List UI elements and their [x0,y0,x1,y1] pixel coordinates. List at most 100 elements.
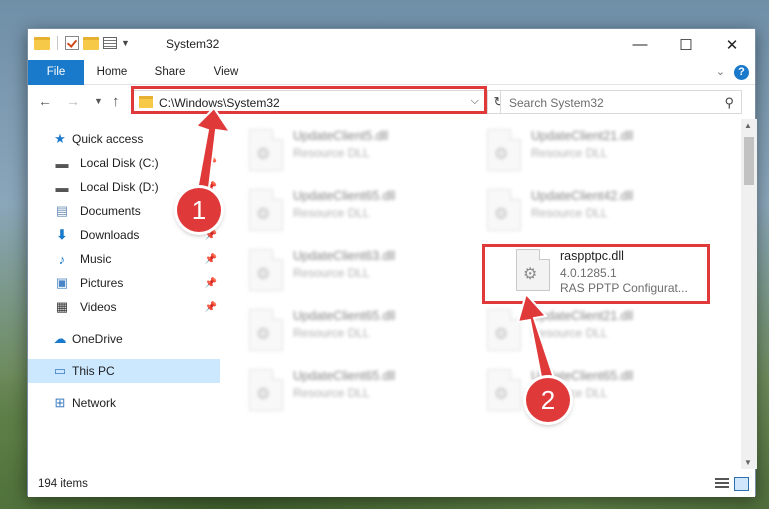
star-icon: ★ [54,131,66,146]
vertical-scrollbar[interactable]: ▲ ▼ [741,119,757,469]
list-item[interactable]: ⚙ UpdateClient65.dll Resource DLL [243,303,473,357]
tab-share[interactable]: Share [144,60,196,85]
large-icons-view-icon[interactable] [734,477,749,491]
list-item-raspptpc[interactable]: ⚙ raspptpc.dll 4.0.1285.1 RAS PPTP Confi… [510,243,740,297]
pin-icon[interactable]: 📌 [205,254,217,265]
search-icon[interactable]: ⚲ [724,95,734,111]
sidebar-item-onedrive[interactable]: ☁ OneDrive [28,327,220,351]
pin-icon[interactable]: 📌 [205,278,217,289]
scroll-down-icon[interactable]: ▼ [744,458,752,467]
dll-file-icon: ⚙ [487,189,521,231]
list-item[interactable]: ⚙ UpdateClient65.dll Resource DLL [243,183,473,237]
file-name: raspptpc.dll [560,249,624,263]
sidebar-item-network[interactable]: ⊞ Network [28,391,220,415]
tab-view[interactable]: View [202,60,250,85]
file-description: Resource DLL [293,386,370,400]
picture-icon: ▣ [55,275,69,290]
properties-check-icon[interactable] [65,36,79,50]
title-bar: ▼ System32 — ☐ ✕ [28,29,755,60]
step-1-callout: 1 [177,188,221,232]
file-name: UpdateClient65.dll [293,189,396,203]
file-description: Resource DLL [293,206,370,220]
list-item[interactable]: ⚙ UpdateClient65.dll Resource DLL [243,363,473,417]
pin-icon[interactable]: 📌 [205,230,217,241]
sidebar-item-pictures[interactable]: ▣ Pictures 📌 [28,271,220,295]
quick-access-toolbar: ▼ [34,36,130,50]
cloud-icon: ☁ [53,331,67,346]
list-item[interactable]: ⚙ UpdateClient21.dll Resource DLL [481,123,711,177]
back-arrow-icon[interactable]: ← [38,93,52,109]
sidebar-item-this-pc[interactable]: ▭ This PC [28,359,220,383]
toolbar-divider [57,36,58,50]
file-description: RAS PPTP Configurat... [560,281,688,295]
sidebar-item-label: This PC [72,364,115,378]
gear-icon: ⚙ [494,386,509,403]
dll-file-icon: ⚙ [487,369,521,411]
close-button[interactable]: ✕ [709,29,755,60]
help-icon[interactable]: ? [734,65,749,80]
film-strip-icon: ▦ [55,299,69,314]
file-explorer-window: ▼ System32 — ☐ ✕ File Home Share View ⌄ … [27,28,757,497]
dll-file-icon: ⚙ [249,369,283,411]
navigation-pane: ★ Quick access ▬ Local Disk (C:) 📌 ▬ Loc… [28,119,220,469]
computer-icon: ▭ [53,363,67,378]
address-bar[interactable]: C:\Windows\System32 ⌵ [132,90,486,114]
gear-icon: ⚙ [494,326,509,343]
minimize-button[interactable]: — [617,29,663,60]
file-name: UpdateClient5.dll [293,129,389,143]
sidebar-item-videos[interactable]: ▦ Videos 📌 [28,295,220,319]
file-description: Resource DLL [531,146,608,160]
search-input[interactable]: Search System32 [509,96,604,110]
gear-icon: ⚙ [256,146,271,163]
sidebar-item-music[interactable]: ♪ Music 📌 [28,247,220,271]
status-bar: 194 items [28,473,755,497]
file-description: Resource DLL [531,206,608,220]
scroll-up-icon[interactable]: ▲ [744,121,752,130]
up-arrow-icon[interactable]: ↑ [112,93,120,110]
folder-icon[interactable] [34,36,50,50]
sidebar-item-label: Network [72,396,117,410]
new-folder-icon[interactable] [83,36,99,50]
file-description: Resource DLL [293,146,370,160]
list-item[interactable]: ⚙ UpdateClient21.dll Resource DLL [481,303,711,357]
maximize-button[interactable]: ☐ [663,29,709,60]
gear-icon: ⚙ [523,266,538,283]
sidebar-item-quick-access[interactable]: ★ Quick access [28,127,220,151]
download-arrow-icon: ⬇ [56,227,68,242]
forward-arrow-icon[interactable]: → [66,93,80,109]
details-view-icon[interactable] [715,478,729,490]
recent-locations-chevron-icon[interactable]: ▼ [94,96,103,106]
address-path[interactable]: C:\Windows\System32 [159,96,280,110]
sidebar-item-local-disk-c[interactable]: ▬ Local Disk (C:) 📌 [28,151,220,175]
dll-file-icon: ⚙ [249,249,283,291]
file-name: UpdateClient63.dll [293,249,396,263]
tab-file[interactable]: File [28,60,84,85]
file-name: UpdateClient21.dll [531,129,634,143]
customize-toolbar-chevron-icon[interactable]: ▼ [121,38,130,48]
list-item[interactable]: ⚙ UpdateClient5.dll Resource DLL [243,123,473,177]
gear-icon: ⚙ [256,326,271,343]
music-note-icon: ♪ [58,251,66,267]
dll-file-icon: ⚙ [516,249,550,291]
scrollbar-thumb[interactable] [744,137,754,185]
file-name: UpdateClient42.dll [531,189,634,203]
gear-icon: ⚙ [256,386,271,403]
list-item[interactable]: ⚙ UpdateClient42.dll Resource DLL [481,183,711,237]
pin-icon[interactable]: 📌 [205,158,217,169]
list-item[interactable]: ⚙ UpdateClient63.dll Resource DLL [243,243,473,297]
dll-file-icon: ⚙ [487,129,521,171]
address-history-chevron-icon[interactable]: ⌵ [471,95,479,108]
search-box[interactable]: Search System32 ⚲ [500,90,742,114]
list-item[interactable]: ⚙ UpdateClient65.dll Resource DLL [481,363,711,417]
ribbon-tabs: File Home Share View ⌄ ? [28,60,755,85]
dll-file-icon: ⚙ [249,309,283,351]
rename-icon[interactable] [103,37,117,49]
drive-icon: ▬ [55,179,69,195]
tab-home[interactable]: Home [86,60,138,85]
item-count: 194 items [38,478,88,490]
file-name: UpdateClient65.dll [293,309,396,323]
file-version: 4.0.1285.1 [560,266,617,280]
pin-icon[interactable]: 📌 [205,302,217,313]
expand-ribbon-chevron-icon[interactable]: ⌄ [716,65,725,78]
folder-icon [139,96,153,108]
